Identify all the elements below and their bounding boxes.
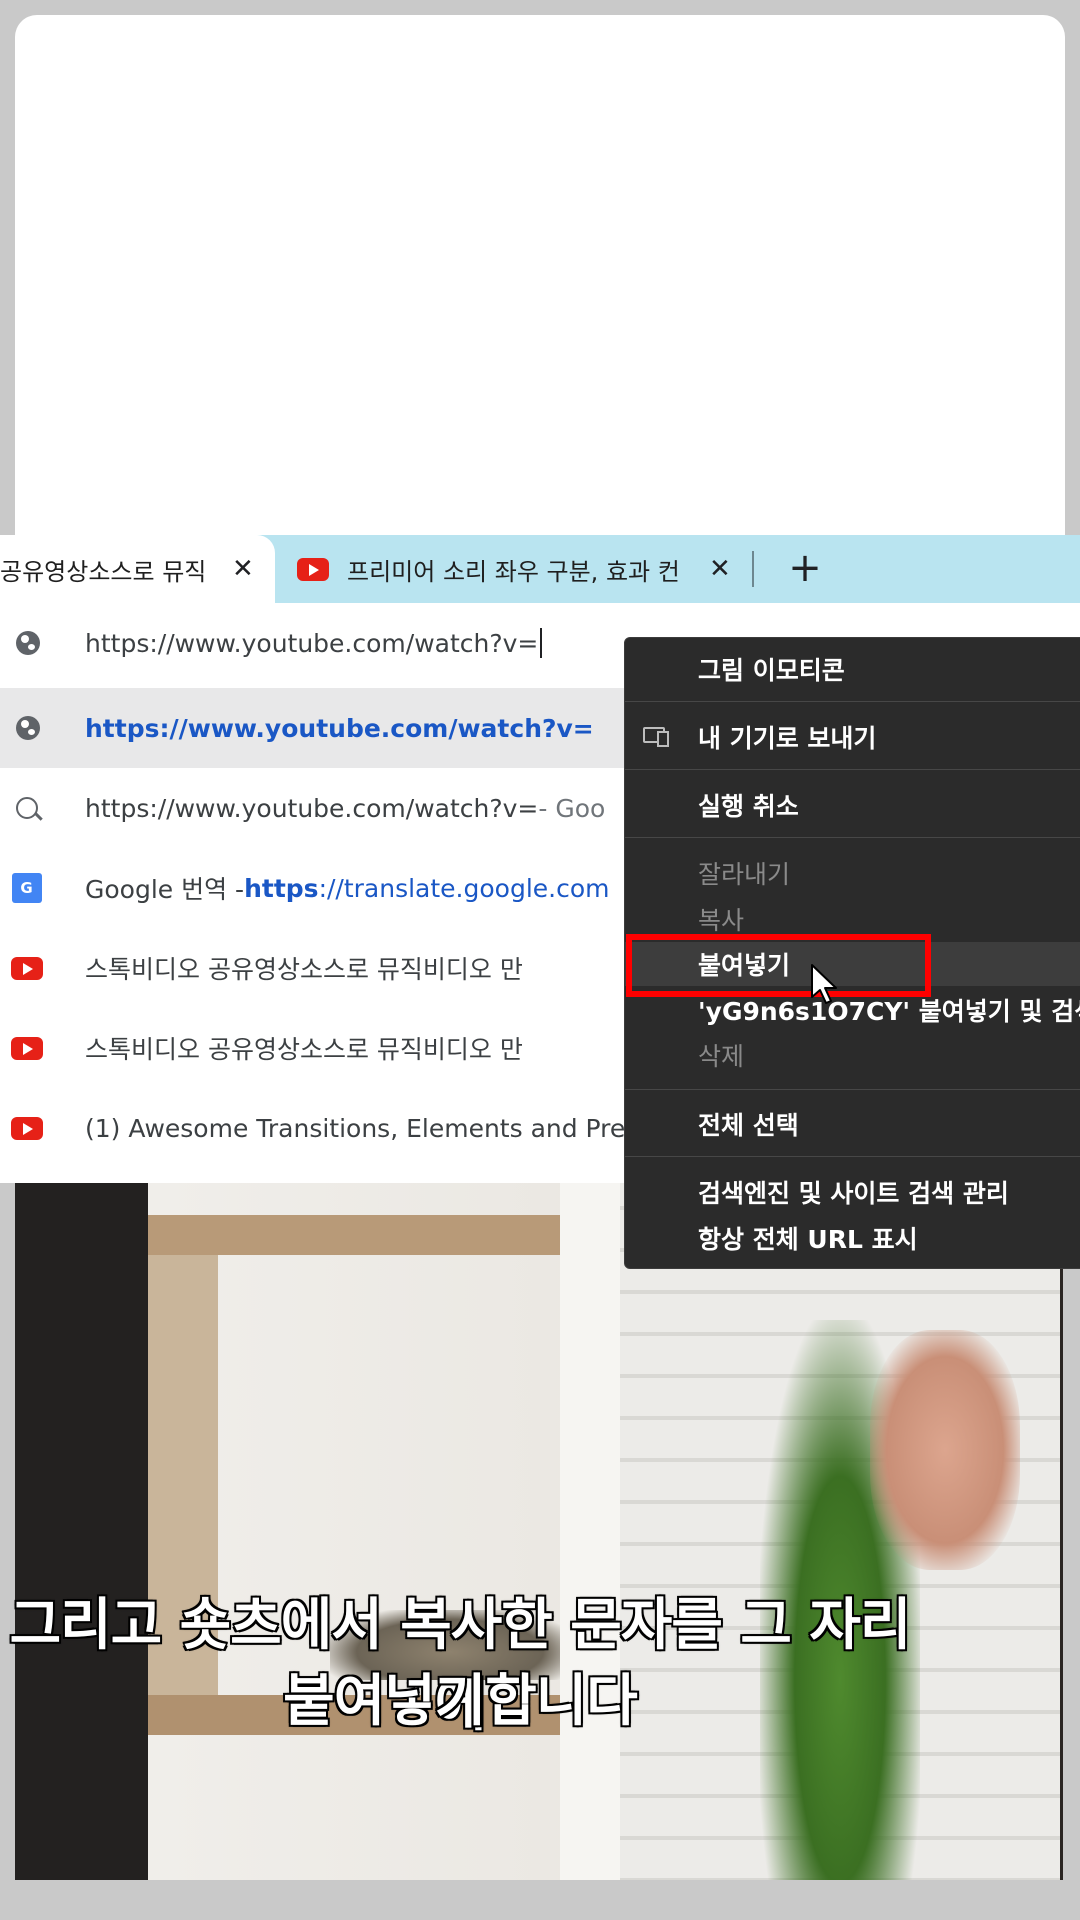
menu-item-delete[interactable]: 삭제 — [625, 1033, 1080, 1077]
suggestion-text: https://www.youtube.com/watch?v= — [85, 793, 539, 823]
suggestion-prefix: Google 번역 - — [85, 875, 245, 904]
suggestion-text: 스톡비디오 공유영상소스로 뮤직비디오 만 — [85, 955, 523, 984]
menu-separator — [625, 769, 1080, 770]
google-translate-icon: G — [11, 873, 42, 903]
globe-icon — [15, 631, 40, 655]
tab-premiere[interactable]: 프리미어 소리 좌우 구분, 효과 컨 ✕ — [297, 535, 737, 603]
tab-title: 프리미어 소리 좌우 구분, 효과 컨 — [347, 557, 680, 586]
new-tab-button[interactable]: + — [780, 543, 830, 593]
device-icon — [643, 727, 669, 747]
close-tab-icon[interactable]: ✕ — [709, 554, 731, 584]
menu-separator — [625, 837, 1080, 838]
menu-item-select-all[interactable]: 전체 선택 — [625, 1102, 1080, 1146]
menu-item-manage-search[interactable]: 검색엔진 및 사이트 검색 관리 — [625, 1170, 1080, 1214]
youtube-icon — [297, 557, 329, 581]
youtube-icon — [10, 1036, 43, 1060]
text-caret — [540, 628, 543, 658]
search-icon — [15, 797, 38, 819]
blank-page-area — [15, 15, 1065, 575]
tab-strip: 공유영상소스로 뮤직 ✕ 프리미어 소리 좌우 구분, 효과 컨 ✕ + — [0, 535, 1080, 603]
suggestion-url: ://translate.google.com — [318, 873, 610, 903]
suggestion-text: https://www.youtube.com/watch?v= — [85, 713, 594, 743]
suggestion-bold: https — [244, 873, 319, 903]
menu-separator — [625, 1156, 1080, 1157]
video-background — [0, 1180, 1080, 1920]
suggestion-suffix: - Goo — [538, 793, 606, 823]
tab-separator — [752, 551, 754, 587]
tab-title: 공유영상소스로 뮤직 — [0, 557, 207, 586]
globe-icon — [15, 716, 40, 740]
youtube-icon — [10, 1116, 43, 1140]
menu-item-show-full-url[interactable]: 항상 전체 URL 표시 — [625, 1216, 1080, 1260]
menu-item-cut[interactable]: 잘라내기 — [625, 851, 1080, 895]
mouse-cursor-icon — [811, 964, 837, 1004]
youtube-icon — [10, 956, 43, 980]
menu-item-send-to-device[interactable]: 내 기기로 보내기 — [625, 715, 1080, 759]
omnibox-value: https://www.youtube.com/watch?v= — [85, 628, 539, 658]
menu-separator — [625, 701, 1080, 702]
screen: 공유영상소스로 뮤직 ✕ 프리미어 소리 좌우 구분, 효과 컨 ✕ + htt… — [0, 0, 1080, 1920]
tab-active[interactable]: 공유영상소스로 뮤직 ✕ — [0, 535, 275, 603]
highlight-box — [626, 934, 931, 997]
menu-item-undo[interactable]: 실행 취소 — [625, 783, 1080, 827]
suggestion-text: 스톡비디오 공유영상소스로 뮤직비디오 만 — [85, 1035, 523, 1064]
menu-separator — [625, 1089, 1080, 1090]
suggestion-text: (1) Awesome Transitions, Elements and Pr… — [85, 1113, 626, 1143]
menu-item-emoji[interactable]: 그림 이모티콘 — [625, 647, 1080, 691]
subtitle-line-2: 붙여넣기합니다 — [282, 1668, 640, 1736]
close-tab-icon[interactable]: ✕ — [232, 554, 254, 584]
